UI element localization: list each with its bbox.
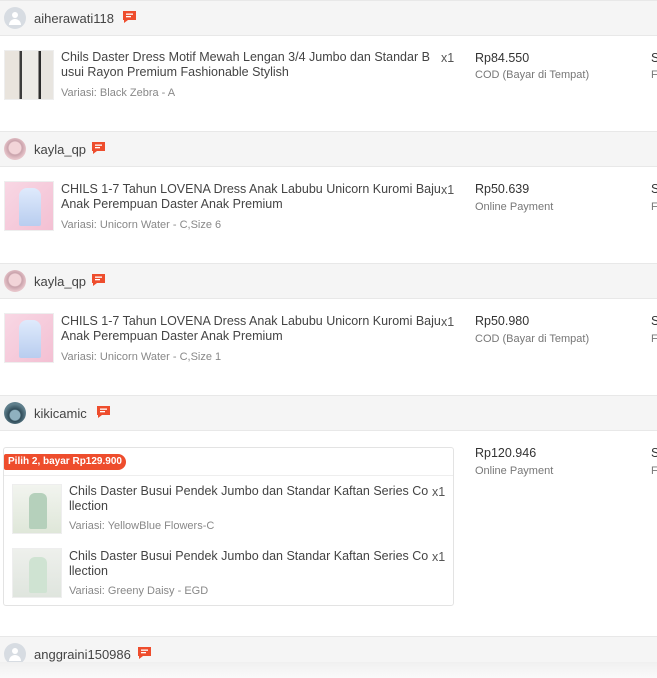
order-header: kikicamic [0,395,657,431]
product-quantity: x1 [432,550,446,564]
product-name-line2[interactable]: Anak Perempuan Daster Anak Premium [61,329,283,344]
truncated-column-value: S [651,182,657,196]
truncated-column-subvalue: F [651,69,657,81]
user-avatar-icon[interactable] [4,270,26,292]
truncated-column-value: S [651,446,657,460]
chat-icon[interactable] [122,10,137,23]
order-price: Rp50.980 [475,314,530,328]
product-variant: Variasi: Unicorn Water - C,Size 1 [61,351,222,363]
chat-icon[interactable] [91,141,106,154]
product-quantity: x1 [441,315,455,329]
product-quantity: x1 [432,485,446,499]
buyer-username[interactable]: kayla_qp [34,142,86,157]
product-name-line2[interactable]: Anak Perempuan Daster Anak Premium [61,197,283,212]
product-thumbnail[interactable] [12,548,62,598]
product-name-line1[interactable]: Chils Daster Dress Motif Mewah Lengan 3/… [61,50,430,65]
product-variant: Variasi: YellowBlue Flowers-C [69,520,215,532]
chat-icon[interactable] [137,646,152,659]
order-price: Rp50.639 [475,182,530,196]
user-avatar-icon[interactable] [4,402,26,424]
product-variant: Variasi: Unicorn Water - C,Size 6 [61,219,222,231]
product-name-line1[interactable]: CHILS 1-7 Tahun LOVENA Dress Anak Labubu… [61,314,441,329]
truncated-column-value: S [651,51,657,65]
payment-method: Online Payment [475,465,554,477]
product-thumbnail[interactable] [4,313,54,363]
product-name-line2[interactable]: llection [69,564,108,579]
payment-method: COD (Bayar di Tempat) [475,333,590,345]
product-quantity: x1 [441,51,455,65]
user-avatar-icon[interactable] [4,138,26,160]
chat-icon[interactable] [96,405,111,418]
user-avatar-icon[interactable] [4,7,26,29]
buyer-username[interactable]: anggraini150986 [34,647,131,662]
product-name-line1[interactable]: Chils Daster Busui Pendek Jumbo dan Stan… [69,549,428,564]
product-name-line1[interactable]: Chils Daster Busui Pendek Jumbo dan Stan… [69,484,428,499]
truncated-column-subvalue: F [651,465,657,477]
divider [4,475,453,476]
truncated-column-subvalue: F [651,333,657,345]
chat-icon[interactable] [91,273,106,286]
product-variant: Variasi: Black Zebra - A [61,87,176,99]
buyer-username[interactable]: kikicamic [34,406,87,421]
product-thumbnail[interactable] [4,50,54,100]
truncated-column-subvalue: F [651,201,657,213]
product-thumbnail[interactable] [12,484,62,534]
product-thumbnail[interactable] [4,181,54,231]
order-price: Rp84.550 [475,51,530,65]
payment-method: COD (Bayar di Tempat) [475,69,590,81]
order-header: kayla_qp [0,263,657,299]
scroll-fade [0,662,657,678]
order-header: kayla_qp [0,131,657,167]
product-variant: Variasi: Greeny Daisy - EGD [69,585,209,597]
order-price: Rp120.946 [475,446,537,460]
product-name-line2[interactable]: llection [69,499,108,514]
truncated-column-value: S [651,314,657,328]
product-name-line1[interactable]: CHILS 1-7 Tahun LOVENA Dress Anak Labubu… [61,182,441,197]
order-header: aiherawati118 [0,0,657,36]
product-name-line2[interactable]: usui Rayon Premium Fashionable Stylish [61,65,289,80]
buyer-username[interactable]: aiherawati118 [34,11,114,26]
product-quantity: x1 [441,183,455,197]
buyer-username[interactable]: kayla_qp [34,274,86,289]
bundle-deal-badge: Pilih 2, bayar Rp129.900 [4,454,126,470]
payment-method: Online Payment [475,201,554,213]
